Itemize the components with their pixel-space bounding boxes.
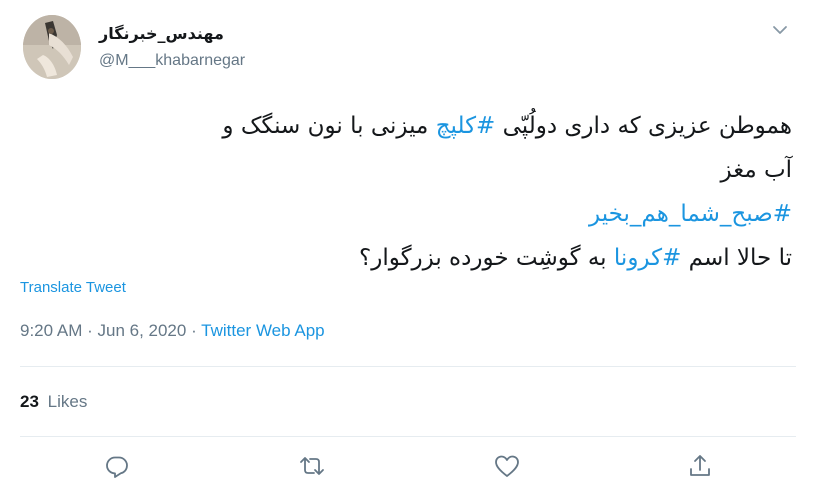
share-icon bbox=[690, 455, 710, 476]
tweet-text-line: آب مغز bbox=[20, 148, 792, 192]
tweet-text-segment: میزنی با نون سنگک و bbox=[222, 113, 436, 139]
chevron-down-icon bbox=[773, 26, 787, 34]
tweet-meta: 9:20 AM · Jun 6, 2020 · Twitter Web App bbox=[20, 321, 325, 341]
tweet-date[interactable]: Jun 6, 2020 bbox=[97, 321, 186, 340]
tweet-text-segment: آب مغز bbox=[720, 157, 792, 183]
tweet-text-segment: تا حالا اسم bbox=[681, 245, 792, 271]
likes-count: 23 bbox=[20, 392, 39, 411]
like-button[interactable] bbox=[493, 452, 521, 480]
heart-icon bbox=[495, 455, 519, 477]
author-display-name[interactable]: مهندس_خبرنگار bbox=[99, 24, 224, 43]
hashtag-link[interactable]: #کلپچ bbox=[436, 113, 496, 139]
meta-separator: · bbox=[186, 321, 202, 340]
tweet-text-segment: به گوشِت خورده بزرگوار؟ bbox=[359, 245, 614, 271]
likes-stat[interactable]: 23 Likes bbox=[20, 392, 87, 412]
tweet-text-line: هموطن عزیزی که داری دولُپّی #کلپچ میزنی … bbox=[20, 104, 792, 148]
divider bbox=[20, 366, 796, 367]
reply-button[interactable] bbox=[103, 452, 131, 480]
tweet-text: هموطن عزیزی که داری دولُپّی #کلپچ میزنی … bbox=[20, 104, 792, 280]
retweet-icon bbox=[300, 457, 324, 475]
tweet-text-segment: هموطن عزیزی که داری دولُپّی bbox=[495, 113, 792, 139]
share-button[interactable] bbox=[686, 452, 714, 480]
hashtag-link[interactable]: #صبح_شما_هم_بخیر bbox=[589, 201, 792, 227]
author-handle[interactable]: @M___khabarnegar bbox=[99, 52, 245, 70]
more-options-caret[interactable] bbox=[770, 20, 790, 40]
likes-label: Likes bbox=[47, 392, 88, 411]
tweet-source-link[interactable]: Twitter Web App bbox=[201, 321, 324, 340]
meta-separator: · bbox=[82, 321, 98, 340]
avatar-image bbox=[23, 15, 81, 79]
translate-tweet-link[interactable]: Translate Tweet bbox=[20, 279, 126, 296]
tweet-text-line: تا حالا اسم #کرونا به گوشِت خورده بزرگوا… bbox=[20, 236, 792, 280]
retweet-button[interactable] bbox=[298, 452, 326, 480]
hashtag-link[interactable]: #کرونا bbox=[614, 245, 681, 271]
avatar[interactable] bbox=[23, 15, 81, 79]
divider bbox=[20, 436, 796, 437]
tweet-time[interactable]: 9:20 AM bbox=[20, 321, 82, 340]
tweet-text-line: #صبح_شما_هم_بخیر bbox=[20, 192, 792, 236]
reply-icon bbox=[106, 456, 128, 478]
